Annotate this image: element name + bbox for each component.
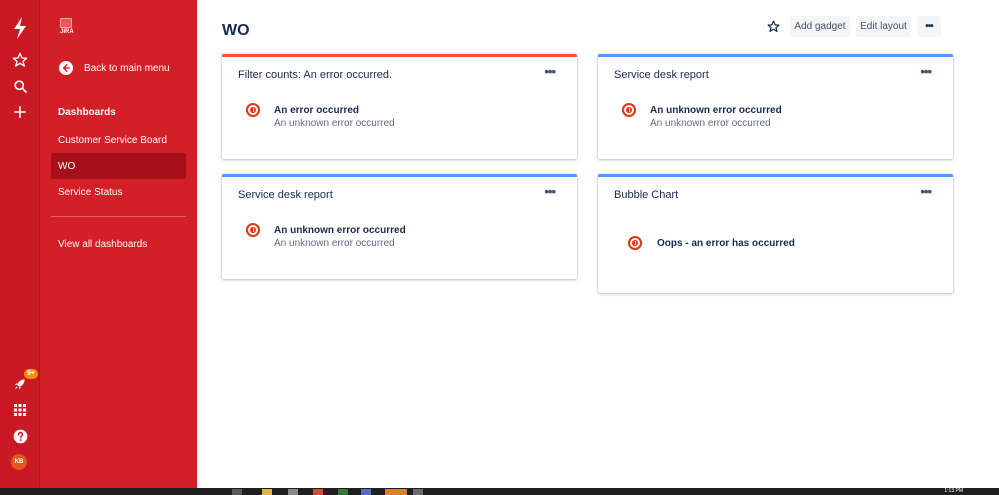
error-icon (246, 103, 260, 117)
error-title: An error occurred (274, 105, 360, 116)
dashboards-heading: Dashboards (58, 107, 116, 118)
gadget-accent-bar (222, 174, 577, 177)
gadget-more-button[interactable]: ••• (920, 64, 932, 79)
gadget-title: Service desk report (614, 69, 709, 81)
gadget-more-button[interactable]: ••• (920, 184, 932, 199)
gadget-service-desk-report: Service desk report ••• An unknown error… (598, 54, 953, 159)
error-icon (246, 223, 260, 237)
search-icon[interactable] (8, 74, 32, 98)
avatar[interactable]: KB (11, 454, 27, 470)
sidebar-divider (51, 216, 186, 217)
error-icon (628, 236, 642, 250)
taskbar-app-icon[interactable] (288, 489, 298, 495)
gadget-filter-counts: Filter counts: An error occurred. ••• An… (222, 54, 577, 159)
excel-icon[interactable] (338, 489, 348, 495)
gadget-title: Bubble Chart (614, 189, 679, 201)
view-all-dashboards-link[interactable]: View all dashboards (51, 231, 186, 257)
plus-icon[interactable] (8, 100, 32, 124)
help-icon[interactable] (8, 424, 32, 448)
taskbar-clock: 1:13 PM (944, 488, 963, 494)
taskbar-app-icon[interactable] (361, 489, 371, 495)
view-all-label: View all dashboards (58, 238, 148, 250)
gadget-title: Service desk report (238, 189, 333, 201)
sidebar-item-label: Customer Service Board (58, 134, 167, 146)
star-icon[interactable] (8, 48, 32, 72)
broken-image-icon (60, 18, 72, 28)
gadget-service-desk-report: Service desk report ••• An unknown error… (222, 174, 577, 279)
apps-grid-icon[interactable] (8, 398, 32, 422)
more-actions-button[interactable]: ••• (917, 16, 941, 37)
notification-badge: 9+ (24, 369, 38, 379)
error-title: An unknown error occurred (650, 105, 782, 116)
edit-layout-button[interactable]: Edit layout (856, 16, 911, 37)
taskbar-app-icon[interactable] (413, 489, 423, 495)
gadget-title: Filter counts: An error occurred. (238, 69, 393, 81)
error-message: An unknown error occurred (274, 238, 395, 249)
sidebar-item-label: WO (58, 160, 76, 172)
gadget-more-button[interactable]: ••• (544, 184, 556, 199)
jira-logo-icon[interactable] (8, 16, 32, 40)
sidebar-item-service-status[interactable]: Service Status (51, 179, 186, 205)
arrow-left-icon (59, 61, 73, 75)
sidebar-item-label: Service Status (58, 186, 123, 198)
os-taskbar: 1:13 PM (0, 488, 999, 495)
error-title: An unknown error occurred (274, 225, 406, 236)
star-dashboard-button[interactable] (764, 17, 782, 35)
gadget-accent-bar (598, 54, 953, 57)
logo-text: JIRA (60, 29, 74, 35)
error-icon (622, 103, 636, 117)
error-message: An unknown error occurred (650, 118, 771, 129)
sidebar-item-customer-service-board[interactable]: Customer Service Board (51, 127, 186, 153)
gadget-more-button[interactable]: ••• (544, 64, 556, 79)
sidebar-item-wo[interactable]: WO (51, 153, 186, 179)
folder-icon[interactable] (262, 489, 272, 495)
gadget-bubble-chart: Bubble Chart ••• Oops - an error has occ… (598, 174, 953, 293)
project-sidebar: JIRA Back to main menu Dashboards Custom… (40, 0, 197, 488)
browser-icon[interactable] (385, 489, 407, 495)
global-nav: 9+ KB (0, 0, 40, 488)
error-title: Oops - an error has occurred (657, 238, 795, 249)
page-title: WO (222, 22, 250, 39)
back-label: Back to main menu (84, 62, 170, 74)
gadget-accent-bar (222, 54, 577, 57)
error-message: An unknown error occurred (274, 118, 395, 129)
back-to-main-menu[interactable]: Back to main menu (59, 61, 170, 75)
add-gadget-button[interactable]: Add gadget (790, 16, 850, 37)
taskbar-app-icon[interactable] (232, 489, 242, 495)
star-icon (766, 19, 780, 32)
taskbar-app-icon[interactable] (313, 489, 323, 495)
jira-logo[interactable]: JIRA (60, 18, 88, 40)
gadget-accent-bar (598, 174, 953, 177)
